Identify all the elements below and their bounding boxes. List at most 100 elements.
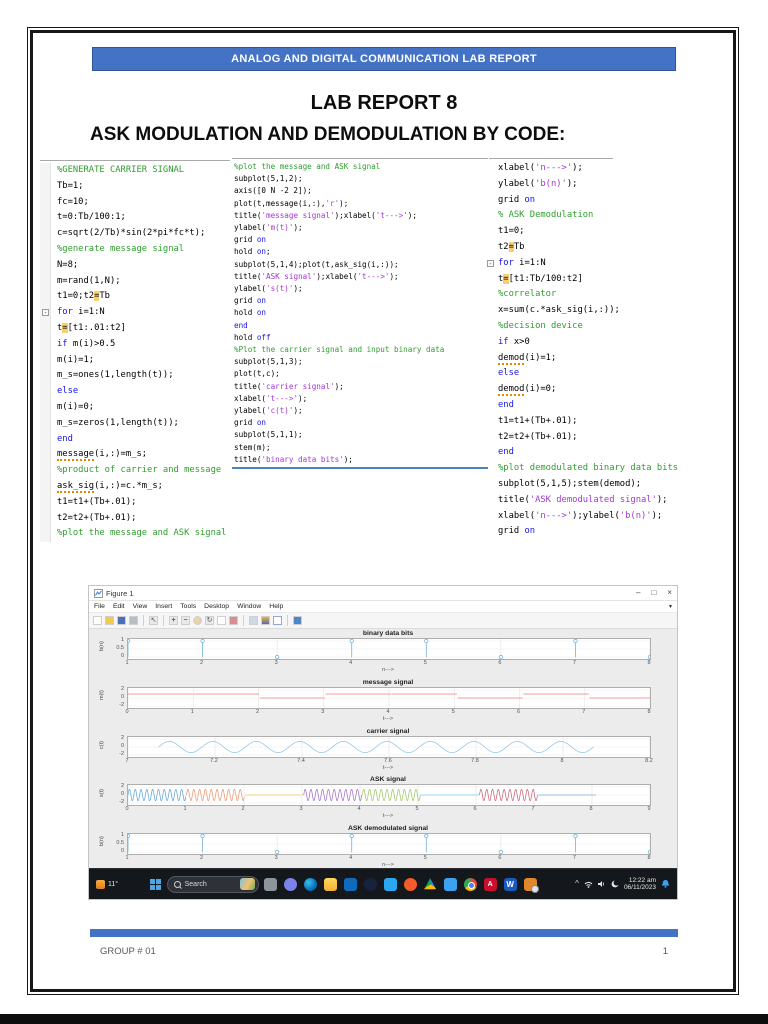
subplot-title: carrier signal	[366, 727, 410, 735]
menu-help[interactable]: Help	[269, 603, 283, 610]
subplot-carrier-signal: carrier signal c(t) -2 0 2 7 7.2 7.4 7.6 7.8 8 8.2 t…	[89, 727, 677, 776]
pan-button[interactable]	[193, 616, 202, 625]
x-tick-label: 6	[498, 855, 502, 862]
menu-file[interactable]: File	[94, 603, 105, 610]
menu-insert[interactable]: Insert	[155, 603, 172, 610]
code-fold-icon[interactable]	[487, 259, 494, 267]
y-tick-label: 2	[120, 685, 124, 692]
y-axis-label: c(t)	[99, 740, 105, 749]
moon-icon[interactable]	[611, 880, 619, 888]
task-view-icon[interactable]	[263, 877, 277, 891]
dock-figure-button[interactable]	[293, 616, 302, 625]
vscode-icon[interactable]	[383, 877, 397, 891]
page-title: LAB REPORT 8	[310, 92, 458, 114]
x-tick-label: 1	[183, 806, 187, 813]
code-line: t1=t1+(Tb+.01);	[498, 415, 578, 426]
restore-button[interactable]: □	[651, 588, 656, 598]
pending-app-icon[interactable]	[523, 877, 539, 893]
file-explorer-icon[interactable]	[323, 877, 337, 891]
x-tick-label: 8	[647, 708, 651, 715]
chat-icon[interactable]	[283, 877, 297, 891]
new-figure-button[interactable]	[93, 616, 102, 625]
menu-window[interactable]: Window	[237, 603, 261, 610]
volume-icon[interactable]	[597, 880, 606, 888]
insert-legend-button[interactable]	[273, 616, 282, 625]
clock-widget[interactable]: 12:22 am 06/11/2023	[624, 877, 656, 892]
taskbar-time: 12:22 am	[628, 876, 656, 884]
x-tick-label: 2	[200, 855, 204, 862]
plot-area	[127, 735, 651, 758]
link-plots-button[interactable]	[249, 616, 258, 625]
code-line: title('message signal');xlabel('t--->');	[234, 210, 417, 220]
menu-desktop[interactable]: Desktop	[204, 603, 229, 610]
y-axis-label: s(t)	[99, 789, 105, 798]
code-line: Tb=1;	[57, 180, 84, 191]
code-line: m(i)=0;	[57, 401, 95, 412]
lab-report-page: { "page": { "banner": "ANALOG AND DIGITA…	[0, 0, 768, 1024]
edge-icon[interactable]	[303, 877, 317, 891]
code-line: grid on	[498, 194, 536, 205]
close-button[interactable]: ×	[667, 588, 672, 598]
x-axis-label: n--->	[382, 667, 394, 673]
y-tick-label: 0.5	[116, 840, 124, 847]
code-line: %product of carrier and message	[57, 465, 222, 476]
chrome-icon[interactable]	[463, 877, 477, 891]
zoom-in-button[interactable]	[169, 616, 178, 625]
code-line: if x>0	[498, 336, 530, 347]
search-box[interactable]: Search	[166, 875, 259, 893]
brush-data-button[interactable]	[229, 616, 238, 625]
figure-titlebar[interactable]: Figure 1 – □ ×	[89, 586, 677, 601]
brave-icon[interactable]	[403, 877, 417, 891]
code-line: t1=t1+(Tb+.01);	[57, 496, 137, 507]
adobe-reader-icon[interactable]: A	[483, 877, 497, 891]
x-tick-label: 8	[647, 660, 651, 666]
page-subtitle: ASK MODULATION AND DEMODULATION BY CODE:	[90, 124, 566, 145]
microsoft-store-icon[interactable]	[343, 877, 357, 891]
start-button[interactable]	[149, 878, 162, 891]
code-line: else	[57, 386, 79, 397]
x-tick-label: 3	[274, 855, 278, 862]
hidden-icons-chevron[interactable]: ^	[575, 880, 579, 888]
code-line: title('binary data bits');	[234, 454, 353, 464]
code-line: xlabel('t--->');	[234, 393, 308, 403]
code-line: m=rand(1,N);	[57, 275, 121, 286]
notification-bell-icon[interactable]	[661, 879, 670, 889]
x-tick-label: 3	[274, 660, 278, 666]
insert-colorbar-button[interactable]	[261, 616, 270, 625]
mail-icon[interactable]	[443, 877, 457, 891]
data-cursor-button[interactable]	[217, 616, 226, 625]
code-fold-icon[interactable]	[42, 309, 49, 317]
steam-icon[interactable]	[363, 877, 377, 891]
code-line: t2=Tb	[498, 241, 525, 252]
menu-tools[interactable]: Tools	[180, 603, 196, 610]
y-tick-label: 0	[120, 653, 124, 659]
code-line: message(i,:)=m_s;	[57, 449, 148, 462]
code-line: end	[234, 320, 248, 330]
code-line: subplot(5,1,1);	[234, 430, 303, 440]
figure-app-icon	[94, 588, 103, 598]
edit-plot-button[interactable]	[149, 616, 158, 625]
plot-area	[127, 686, 651, 709]
code-line: hold off	[234, 332, 271, 342]
print-figure-button[interactable]	[129, 616, 138, 625]
wifi-icon[interactable]	[584, 880, 593, 888]
menu-overflow-icon[interactable]: ▾	[669, 603, 672, 610]
code-line: hold on;	[234, 247, 271, 257]
open-file-button[interactable]	[105, 616, 114, 625]
minimize-button[interactable]: –	[636, 588, 640, 598]
zoom-out-button[interactable]	[181, 616, 190, 625]
code-line: %correlator	[498, 289, 557, 300]
code-line: %plot the message and ASK signal	[57, 528, 227, 539]
save-figure-button[interactable]	[117, 616, 126, 625]
word-icon[interactable]: W	[503, 877, 517, 891]
column-divider	[40, 160, 230, 161]
menu-view[interactable]: View	[133, 603, 148, 610]
y-tick-label: 1	[120, 832, 124, 839]
code-line: x=sum(c.*ask_sig(i,:));	[498, 305, 620, 316]
y-axis-label: b(n)	[99, 641, 105, 651]
google-drive-icon[interactable]	[424, 878, 437, 890]
weather-widget[interactable]: 11°	[96, 879, 118, 889]
rotate-3d-button[interactable]	[205, 616, 214, 625]
subplot-title: ASK demodulated signal	[347, 825, 429, 833]
menu-edit[interactable]: Edit	[113, 603, 125, 610]
